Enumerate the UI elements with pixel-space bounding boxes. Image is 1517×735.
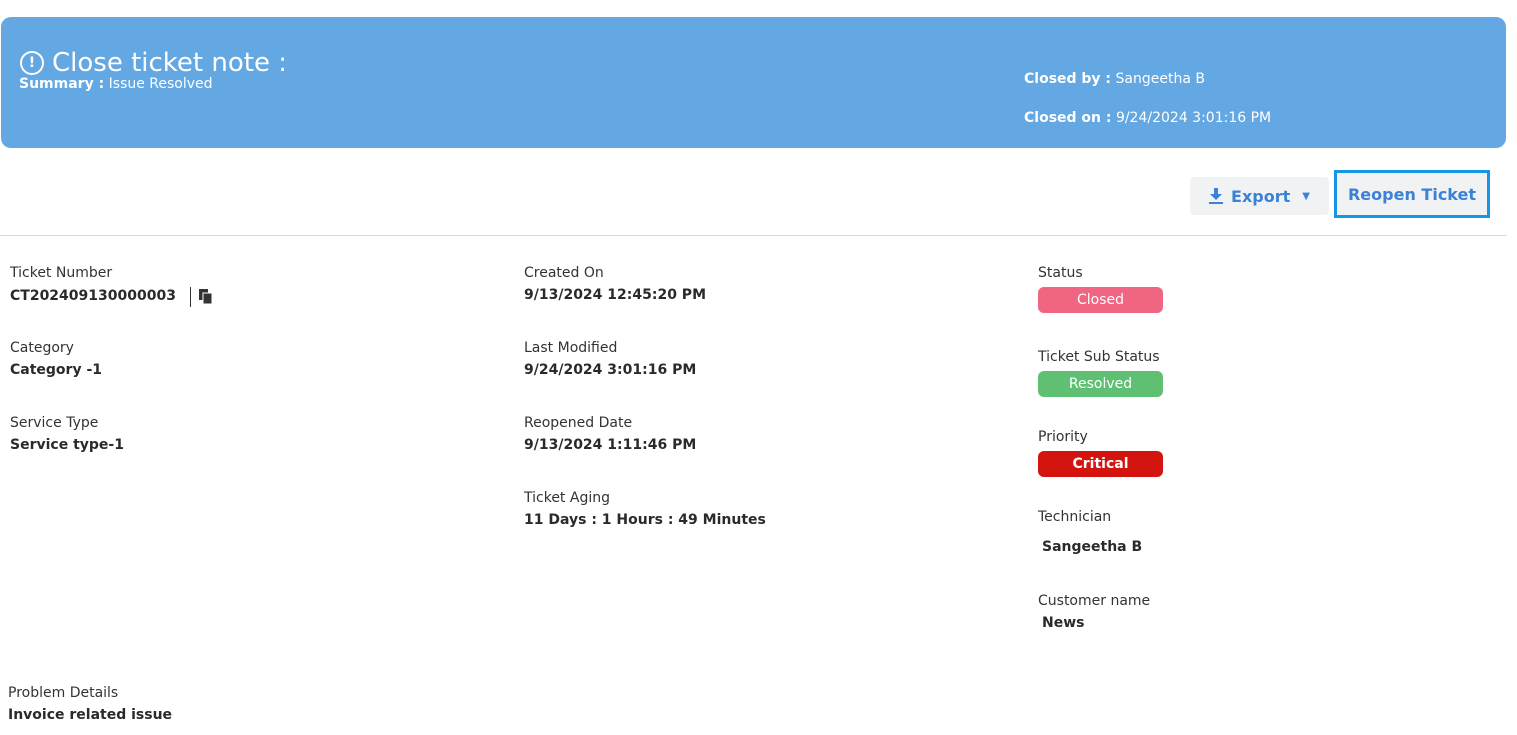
closed-by-value: Sangeetha B xyxy=(1115,71,1205,87)
closed-by-label: Closed by : xyxy=(1024,71,1112,87)
ticket-aging-label: Ticket Aging xyxy=(524,490,610,506)
priority-label: Priority xyxy=(1038,429,1088,445)
technician-value: Sangeetha B xyxy=(1042,538,1143,555)
problem-details-field: Problem Details Invoice related issue xyxy=(8,685,172,724)
closed-by-line: Closed by : Sangeetha B xyxy=(1024,72,1205,86)
caret-down-icon: ▼ xyxy=(1302,190,1310,202)
last-modified-value: 9/24/2024 3:01:16 PM xyxy=(524,361,697,378)
service-type-field: Service Type Service type-1 xyxy=(10,415,124,454)
technician-field: Technician Sangeetha B xyxy=(1038,509,1142,556)
ticket-aging-value: 11 Days : 1 Hours : 49 Minutes xyxy=(524,511,766,528)
category-value: Category -1 xyxy=(10,361,103,378)
problem-details-label: Problem Details xyxy=(8,685,119,701)
technician-label: Technician xyxy=(1038,509,1112,525)
sub-status-field: Ticket Sub Status Resolved xyxy=(1038,349,1163,397)
ticket-number-value: CT202409130000003 xyxy=(10,288,176,305)
reopened-date-field: Reopened Date 9/13/2024 1:11:46 PM xyxy=(524,415,696,454)
created-on-value: 9/13/2024 12:45:20 PM xyxy=(524,286,706,303)
customer-name-label: Customer name xyxy=(1038,593,1151,609)
customer-name-field: Customer name News xyxy=(1038,593,1150,632)
summary-line: Summary : Issue Resolved xyxy=(19,77,213,91)
service-type-value: Service type-1 xyxy=(10,436,124,453)
banner-title-text: Close ticket note : xyxy=(52,48,287,78)
status-badge: Closed xyxy=(1038,286,1163,313)
export-button[interactable]: Export ▼ xyxy=(1190,177,1329,215)
last-modified-label: Last Modified xyxy=(524,340,618,356)
export-label: Export xyxy=(1231,186,1291,206)
priority-field: Priority Critical xyxy=(1038,429,1163,477)
status-field: Status Closed xyxy=(1038,265,1163,313)
ticket-number-row: CT202409130000003 xyxy=(10,286,213,307)
category-label: Category xyxy=(10,340,74,356)
ticket-number-field: Ticket Number CT202409130000003 xyxy=(10,265,213,307)
closed-on-line: Closed on : 9/24/2024 3:01:16 PM xyxy=(1024,111,1271,125)
created-on-field: Created On 9/13/2024 12:45:20 PM xyxy=(524,265,706,304)
ticket-number-label: Ticket Number xyxy=(10,265,113,281)
alert-circle-icon: ! xyxy=(20,51,44,75)
reopened-date-value: 9/13/2024 1:11:46 PM xyxy=(524,436,697,453)
service-type-label: Service Type xyxy=(10,415,99,431)
created-on-label: Created On xyxy=(524,265,604,281)
copy-separator xyxy=(189,286,191,307)
customer-name-value: News xyxy=(1042,614,1085,631)
download-icon xyxy=(1209,188,1224,204)
priority-badge: Critical xyxy=(1038,450,1163,477)
last-modified-field: Last Modified 9/24/2024 3:01:16 PM xyxy=(524,340,696,379)
category-field: Category Category -1 xyxy=(10,340,102,379)
close-ticket-note-banner: ! Close ticket note : Summary : Issue Re… xyxy=(1,17,1506,148)
summary-label: Summary : xyxy=(19,76,105,92)
copy-icon[interactable] xyxy=(198,289,213,305)
ticket-aging-field: Ticket Aging 11 Days : 1 Hours : 49 Minu… xyxy=(524,490,766,529)
banner-title: ! Close ticket note : xyxy=(20,50,287,76)
reopen-ticket-button[interactable]: Reopen Ticket xyxy=(1334,170,1490,218)
reopened-date-label: Reopened Date xyxy=(524,415,633,431)
reopen-ticket-label: Reopen Ticket xyxy=(1347,184,1477,204)
closed-on-label: Closed on : xyxy=(1024,110,1112,126)
summary-value: Issue Resolved xyxy=(108,76,213,92)
sub-status-label: Ticket Sub Status xyxy=(1038,349,1160,365)
sub-status-badge: Resolved xyxy=(1038,370,1163,397)
divider xyxy=(0,235,1507,236)
problem-details-value: Invoice related issue xyxy=(8,706,173,723)
closed-on-value: 9/24/2024 3:01:16 PM xyxy=(1115,110,1272,126)
status-label: Status xyxy=(1038,265,1083,281)
